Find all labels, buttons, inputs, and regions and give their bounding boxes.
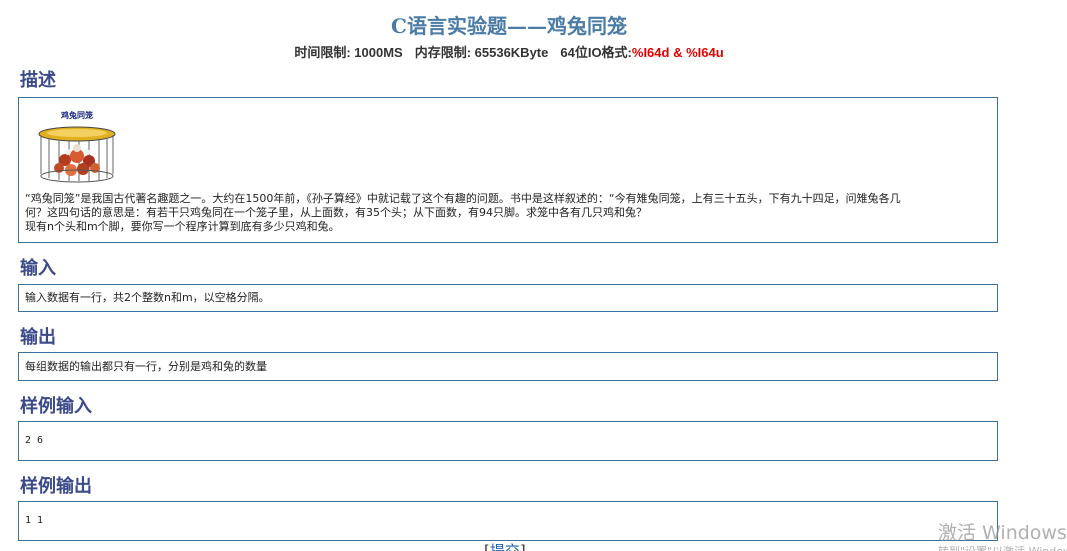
input-box: 输入数据有一行，共2个整数n和m，以空格分隔。 [18, 284, 998, 312]
chicken-rabbit-cage-illustration: 鸡兔同笼 [35, 108, 119, 184]
description-heading: 描述 [20, 70, 56, 91]
activate-windows-watermark: 激活 Windows [938, 522, 1067, 544]
sample-input-heading: 样例输入 [20, 396, 92, 417]
io-format-label: 64位IO格式: [560, 45, 632, 60]
submit-area: [提交] [484, 540, 526, 551]
input-heading: 输入 [20, 258, 56, 279]
problem-title: C语言实验题——鸡兔同笼 [391, 14, 627, 38]
sample-output-box: 1 1 [18, 501, 998, 541]
description-line-1: “鸡兔同笼”是我国古代著名趣题之一。大约在1500年前，《孙子算经》中就记载了这… [25, 192, 901, 205]
image-caption: 鸡兔同笼 [60, 110, 93, 120]
activate-windows-hint: 转到"设置"以激活 Windows。 [938, 543, 1067, 551]
description-box: 鸡兔同笼 “鸡兔同笼”是我国古代著名趣题之一。大约在1500年前，《孙子算经》中… [18, 97, 998, 243]
sample-output-text: 1 1 [25, 515, 44, 526]
io-format-value: %I64d & %I64u [631, 45, 724, 60]
input-text: 输入数据有一行，共2个整数n和m，以空格分隔。 [25, 291, 270, 304]
sample-input-text: 2 6 [25, 435, 44, 446]
output-heading: 输出 [20, 327, 56, 348]
description-line-2: 何？这四句话的意思是：有若干只鸡兔同在一个笼子里，从上面数，有35个头；从下面数… [25, 206, 647, 219]
output-text: 每组数据的输出都只有一行，分别是鸡和兔的数量 [25, 360, 267, 373]
output-box: 每组数据的输出都只有一行，分别是鸡和兔的数量 [18, 352, 998, 381]
sample-output-heading: 样例输出 [20, 476, 92, 497]
memory-limit: 内存限制: 65536KByte [414, 45, 549, 60]
description-text: “鸡兔同笼”是我国古代著名趣题之一。大约在1500年前，《孙子算经》中就记载了这… [25, 192, 991, 234]
submit-link[interactable]: 提交 [490, 542, 520, 551]
sample-input-box: 2 6 [18, 421, 998, 461]
problem-limits: 时间限制: 1000MS 内存限制: 65536KByte 64位IO格式:%I64… [0, 42, 1018, 61]
description-line-3: 现有n个头和m个脚，要你写一个程序计算到底有多少只鸡和兔。 [25, 220, 340, 233]
time-limit: 时间限制: 1000MS [294, 45, 403, 60]
